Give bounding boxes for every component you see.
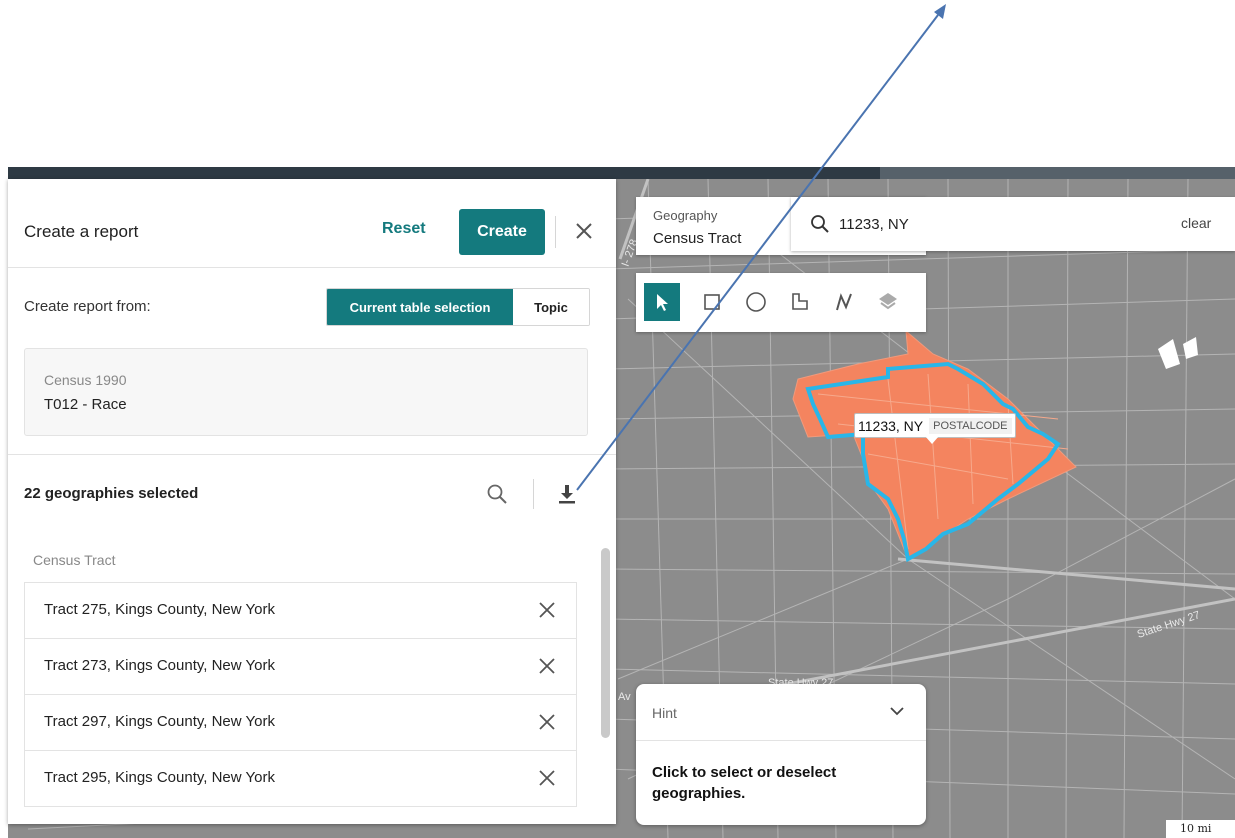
geography-title: Geography [653,208,718,223]
clear-button[interactable]: clear [1181,215,1211,231]
panel-header: Create a report Reset Create [8,179,616,268]
list-item: Tract 275, Kings County, New York [24,582,577,638]
source-dataset: Census 1990 [44,372,127,388]
source-toggle: Current table selection Topic [326,288,590,326]
list-item: Tract 273, Kings County, New York [24,638,577,694]
list-item-label: Tract 275, Kings County, New York [44,601,275,618]
panel-title: Create a report [24,222,139,241]
geography-value: Census Tract [653,230,742,247]
hint-title: Hint [652,705,677,721]
scale-bar: 10 mi [1166,820,1235,838]
geography-list: Tract 275, Kings County, New York Tract … [24,582,577,807]
hint-header[interactable]: Hint [636,684,926,741]
scale-label: 10 mi [1180,822,1212,835]
reset-button[interactable]: Reset [382,220,426,238]
layers-icon[interactable] [870,283,906,321]
create-button[interactable]: Create [459,209,545,255]
header-divider [555,216,556,248]
tool-divider [533,479,534,509]
topic-tab[interactable]: Topic [513,289,589,325]
search-input[interactable] [839,211,1159,237]
list-item-label: Tract 273, Kings County, New York [44,657,275,674]
list-scrollbar[interactable] [601,548,610,738]
freehand-icon[interactable] [826,283,862,321]
source-table: T012 - Race [44,396,127,413]
list-item-label: Tract 295, Kings County, New York [44,769,275,786]
remove-icon[interactable] [538,657,556,675]
create-from-label: Create report from: [24,298,151,315]
section-divider [8,454,616,455]
map-tooltip: 11233, NY POSTALCODE [854,413,1016,444]
remove-icon[interactable] [538,769,556,787]
create-report-panel: Create a report Reset Create Create repo… [8,179,616,824]
avenue-label: Av [618,691,631,703]
draw-toolbar [636,273,926,332]
search-icon [811,215,829,233]
geographies-count: 22 geographies selected [24,485,199,502]
pointer-icon[interactable] [644,283,680,321]
hint-text: Click to select or deselect geographies. [652,764,837,802]
remove-icon[interactable] [538,713,556,731]
census-tract-section-label: Census Tract [33,552,116,568]
tooltip-pointer [925,436,939,444]
close-icon[interactable] [574,221,594,241]
search-icon[interactable] [486,483,508,505]
rectangle-icon[interactable] [694,283,730,321]
app-header-bar-right [880,167,1235,179]
remove-icon[interactable] [538,601,556,619]
location-search: clear [791,197,1235,251]
download-icon[interactable] [557,483,577,505]
chevron-down-icon[interactable] [890,706,904,716]
list-item-label: Tract 297, Kings County, New York [44,713,275,730]
list-item: Tract 297, Kings County, New York [24,694,577,750]
polygon-icon[interactable] [782,283,818,321]
circle-icon[interactable] [738,283,774,321]
tooltip-tag: POSTALCODE [929,417,1012,434]
list-item: Tract 295, Kings County, New York [24,750,577,807]
hint-card: Hint Click to select or deselect geograp… [636,684,926,825]
current-table-selection-tab[interactable]: Current table selection [327,289,513,325]
tooltip-value: 11233, NY [858,417,924,434]
source-summary: Census 1990 T012 - Race [24,348,588,436]
